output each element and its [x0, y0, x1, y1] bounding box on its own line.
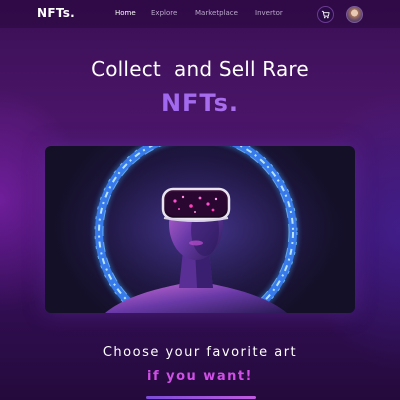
logo[interactable]: NFTs.: [37, 6, 75, 20]
nav-item-home[interactable]: Home: [115, 9, 136, 17]
hero-headline-accent: NFTs.: [0, 89, 400, 117]
top-nav-bar: NFTs. Home Explore Marketplace Invertor: [0, 0, 400, 28]
cart-button[interactable]: [317, 6, 334, 23]
user-avatar[interactable]: [346, 6, 363, 23]
hero-image: [45, 146, 355, 313]
nav-item-marketplace[interactable]: Marketplace: [195, 9, 238, 17]
cart-icon: [321, 10, 330, 19]
hero-headline: Collect and Sell Rare: [91, 57, 309, 81]
tagline-line-1: Choose your favorite art: [102, 345, 298, 360]
nav-item-invertor[interactable]: Invertor: [255, 9, 283, 17]
accent-divider: [146, 396, 256, 399]
tagline-line-2: if you want!: [146, 369, 253, 384]
nav-item-explore[interactable]: Explore: [151, 9, 177, 17]
